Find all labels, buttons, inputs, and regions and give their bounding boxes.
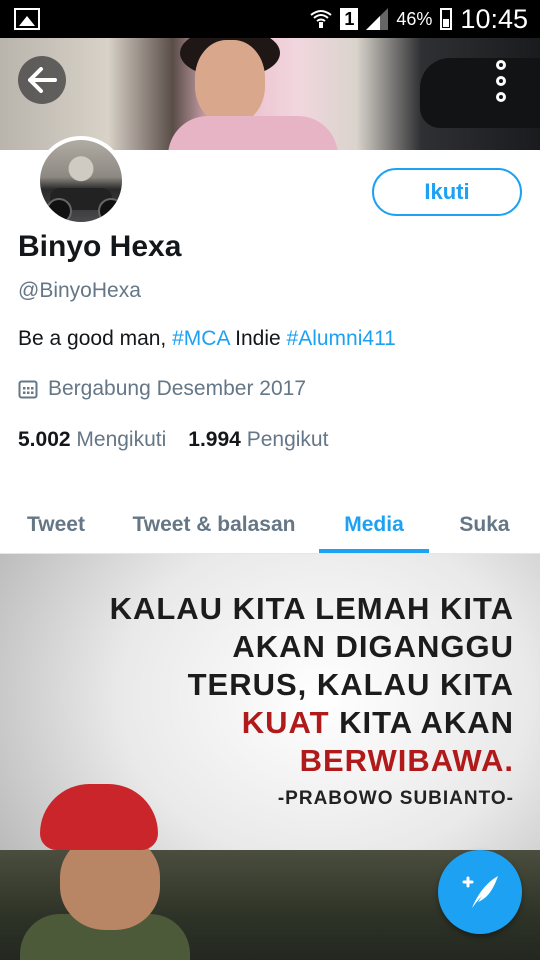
profile-stats: 5.002 Mengikuti 1.994 Pengikut <box>18 428 328 452</box>
clock: 10:45 <box>460 3 528 34</box>
followers-link[interactable]: 1.994 Pengikut <box>188 428 328 451</box>
wifi-icon <box>310 10 333 28</box>
followers-count: 1.994 <box>188 428 241 451</box>
joined-text: Bergabung Desember 2017 <box>48 377 307 400</box>
bio-text: Indie <box>229 327 287 350</box>
signal-icon <box>366 8 389 30</box>
profile-bio: Be a good man, #MCA Indie #Alumni411 <box>18 327 396 351</box>
followers-label: Pengikut <box>246 428 329 451</box>
avatar[interactable] <box>36 136 126 226</box>
quote-line: BERWIBAWA. <box>299 743 514 778</box>
battery-percent: 46% <box>396 8 433 29</box>
quote-line: KUAT KITA AKAN <box>110 704 514 742</box>
quote-highlight: KUAT <box>241 705 330 740</box>
quote-line-rest: KITA AKAN <box>329 705 514 740</box>
calendar-icon <box>18 380 38 399</box>
profile-name: Binyo Hexa <box>18 230 182 263</box>
arrow-left-icon <box>28 67 57 93</box>
compose-tweet-icon <box>462 876 498 908</box>
back-button[interactable] <box>18 56 66 104</box>
profile-banner <box>0 38 540 150</box>
bio-text: Be a good man, <box>18 327 173 350</box>
quote-line: AKAN DIGANGGU <box>232 629 514 664</box>
hashtag-link[interactable]: #MCA <box>172 327 229 350</box>
tab-likes[interactable]: Suka <box>429 497 540 553</box>
quote-author: -PRABOWO SUBIANTO- <box>277 788 514 809</box>
hashtag-link[interactable]: #Alumni411 <box>287 327 396 350</box>
tab-media[interactable]: Media <box>319 497 429 553</box>
more-options-button[interactable] <box>484 56 518 106</box>
following-label: Mengikuti <box>76 428 167 451</box>
tab-tweet[interactable]: Tweet <box>0 497 112 553</box>
quote-line: TERUS, KALAU KITA <box>187 667 514 702</box>
profile-handle: @BinyoHexa <box>18 279 141 302</box>
quote-line: KALAU KITA LEMAH KITA <box>109 591 514 626</box>
following-link[interactable]: 5.002 Mengikuti <box>18 428 166 451</box>
follow-button[interactable]: Ikuti <box>372 168 522 216</box>
gallery-notification-icon <box>14 8 40 30</box>
sim-indicator: 1 <box>340 8 359 30</box>
following-count: 5.002 <box>18 428 71 451</box>
tab-tweet-replies[interactable]: Tweet & balasan <box>112 497 316 553</box>
compose-tweet-button[interactable] <box>438 850 522 934</box>
joined-date: Bergabung Desember 2017 <box>18 377 306 401</box>
battery-icon <box>440 8 453 30</box>
more-vertical-icon <box>496 60 506 70</box>
quote-text: KALAU KITA LEMAH KITA AKAN DIGANGGU TERU… <box>110 590 514 780</box>
status-bar: 1 46% 10:45 <box>0 0 540 38</box>
profile-tabs: Tweet Tweet & balasan Media Suka <box>0 497 540 554</box>
